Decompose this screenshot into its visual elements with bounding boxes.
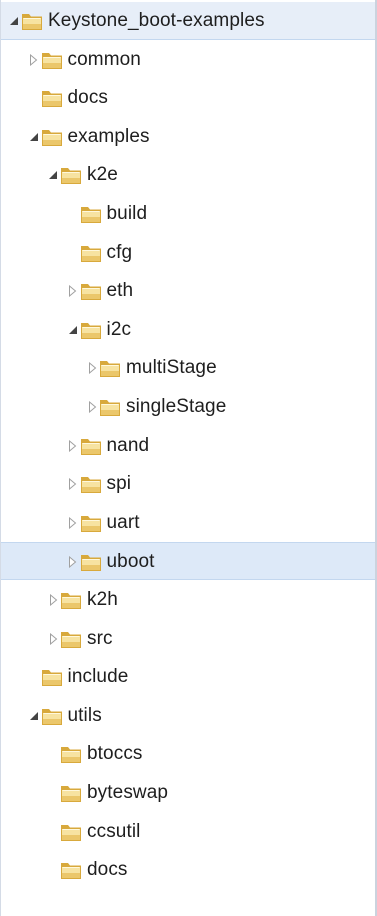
folder-icon bbox=[79, 435, 103, 457]
folder-icon bbox=[59, 782, 83, 804]
tree-item[interactable]: singleStage bbox=[0, 388, 377, 426]
folder-icon bbox=[79, 280, 103, 302]
folder-icon bbox=[79, 551, 103, 573]
folder-icon bbox=[59, 589, 83, 611]
tree-item[interactable]: multiStage bbox=[0, 349, 377, 387]
folder-icon bbox=[40, 49, 64, 71]
tree-item-label: eth bbox=[106, 280, 134, 302]
tree-item[interactable]: utils bbox=[0, 697, 377, 735]
tree-item-label: build bbox=[106, 203, 148, 224]
tree-item[interactable]: cfg bbox=[0, 234, 377, 272]
tree-item-label: i2c bbox=[106, 318, 132, 340]
tree-item-label: docs bbox=[67, 87, 109, 109]
folder-icon bbox=[40, 126, 64, 148]
collapsed-arrow-icon[interactable] bbox=[85, 349, 99, 387]
tree-item[interactable]: uboot bbox=[0, 542, 377, 581]
folder-icon bbox=[20, 10, 44, 32]
tree-item-label: src bbox=[87, 627, 113, 649]
tree-item-label: k2e bbox=[87, 164, 118, 186]
tree-item[interactable]: k2e bbox=[0, 156, 377, 194]
collapsed-arrow-icon[interactable] bbox=[66, 272, 80, 310]
collapsed-arrow-icon[interactable] bbox=[66, 427, 80, 465]
folder-icon bbox=[79, 512, 103, 534]
tree-item[interactable]: docs bbox=[0, 79, 377, 117]
tree-item[interactable]: spi bbox=[0, 465, 377, 503]
tree-item-label: utils bbox=[67, 704, 102, 726]
collapsed-arrow-icon[interactable] bbox=[85, 388, 99, 426]
tree-item-label: btoccs bbox=[87, 743, 143, 765]
tree-item-label: singleStage bbox=[126, 396, 227, 417]
folder-icon bbox=[59, 859, 83, 881]
tree-item-label: docs bbox=[87, 859, 128, 881]
folder-icon bbox=[59, 743, 83, 765]
collapsed-arrow-icon[interactable] bbox=[27, 41, 41, 79]
folder-icon bbox=[79, 319, 103, 341]
folder-icon bbox=[98, 396, 122, 418]
tree-item-label: common bbox=[67, 48, 141, 70]
tree-item[interactable]: Keystone_boot-examples bbox=[0, 2, 377, 40]
tree-item-label: k2h bbox=[87, 589, 118, 610]
tree-item[interactable]: uart bbox=[0, 504, 377, 542]
tree-item-label: ccsutil bbox=[87, 820, 141, 842]
tree-item-label: uboot bbox=[106, 551, 155, 573]
collapsed-arrow-icon[interactable] bbox=[66, 504, 80, 542]
collapsed-arrow-icon[interactable] bbox=[46, 581, 60, 619]
tree-item[interactable]: common bbox=[0, 41, 377, 79]
folder-icon bbox=[40, 87, 64, 109]
folder-icon bbox=[59, 821, 83, 843]
tree-item-label: multiStage bbox=[126, 357, 217, 379]
tree-item[interactable]: k2h bbox=[0, 581, 377, 619]
folder-icon bbox=[79, 473, 103, 495]
expanded-arrow-icon[interactable] bbox=[27, 118, 41, 156]
tree-item-label: spi bbox=[106, 473, 132, 495]
tree-item-label: uart bbox=[106, 511, 140, 533]
collapsed-arrow-icon[interactable] bbox=[46, 620, 60, 658]
expanded-arrow-icon[interactable] bbox=[27, 697, 41, 735]
tree-item[interactable]: build bbox=[0, 195, 377, 233]
tree-item[interactable]: examples bbox=[0, 118, 377, 156]
folder-icon bbox=[59, 164, 83, 186]
folder-icon bbox=[98, 357, 122, 379]
tree-item-label: Keystone_boot-examples bbox=[48, 10, 265, 31]
expanded-arrow-icon[interactable] bbox=[66, 311, 80, 349]
folder-icon bbox=[79, 242, 103, 264]
tree-item[interactable]: include bbox=[0, 658, 377, 696]
tree-item[interactable]: eth bbox=[0, 272, 377, 310]
collapsed-arrow-icon[interactable] bbox=[66, 465, 80, 503]
tree-item[interactable]: docs bbox=[0, 851, 377, 889]
tree-item[interactable]: ccsutil bbox=[0, 813, 377, 851]
tree-left-border bbox=[0, 0, 1, 916]
folder-tree: Keystone_boot-examplescommon docs examples… bbox=[0, 0, 377, 916]
tree-item-label: cfg bbox=[106, 241, 133, 263]
folder-icon bbox=[40, 666, 64, 688]
tree-item-label: byteswap bbox=[87, 782, 169, 803]
collapsed-arrow-icon[interactable] bbox=[66, 543, 80, 581]
folder-icon bbox=[59, 628, 83, 650]
folder-icon bbox=[79, 203, 103, 225]
tree-item[interactable]: btoccs bbox=[0, 735, 377, 773]
expanded-arrow-icon[interactable] bbox=[7, 2, 21, 40]
tree-item[interactable]: i2c bbox=[0, 311, 377, 349]
tree-item-label: examples bbox=[67, 125, 150, 147]
tree-item[interactable]: byteswap bbox=[0, 774, 377, 812]
tree-item-label: nand bbox=[106, 434, 150, 456]
tree-item[interactable]: nand bbox=[0, 427, 377, 465]
tree-item[interactable]: src bbox=[0, 620, 377, 658]
expanded-arrow-icon[interactable] bbox=[46, 156, 60, 194]
folder-icon bbox=[40, 705, 64, 727]
tree-item-label: include bbox=[67, 666, 129, 688]
